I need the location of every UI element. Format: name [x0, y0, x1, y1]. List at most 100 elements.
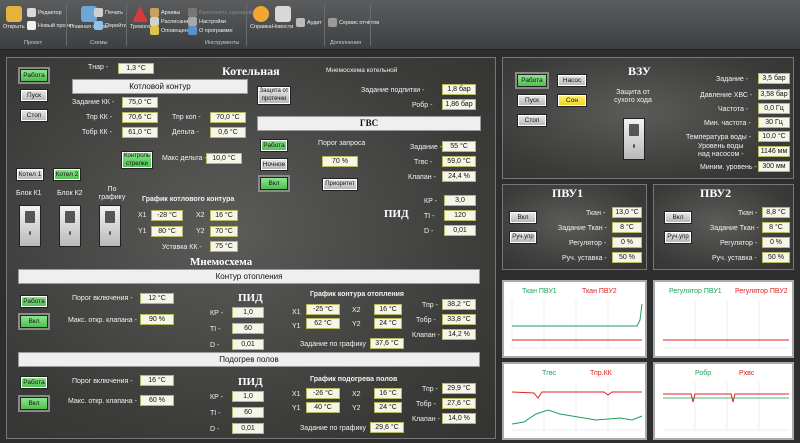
floor-d-value: 0,01: [232, 423, 264, 434]
gvs-klapan-value: 24,4 %: [442, 171, 476, 182]
settings-button[interactable]: Настройки: [188, 17, 226, 26]
boiler-work-button[interactable]: Работа: [20, 69, 48, 82]
gear-icon: [188, 17, 197, 26]
gvs-on-button[interactable]: Вкл: [260, 177, 288, 190]
pvu1-tkan-label: Ткан -: [586, 210, 606, 217]
chart-tkan: Ткан ПВУ1 Ткан ПВУ2: [502, 280, 647, 358]
heating-d-value: 0,01: [232, 339, 264, 350]
po-grafiku-switch[interactable]: [99, 205, 121, 247]
tobr-kk-value: 61,0 °C: [122, 127, 158, 138]
vzu-start-button[interactable]: Пуск: [517, 94, 547, 107]
heating-x2-value: 16 °C: [374, 304, 402, 315]
delta-value: 0,6 °C: [210, 127, 246, 138]
pvu1-manual-button[interactable]: Руч.упр: [509, 231, 537, 244]
tpr-kk-value: 70,6 °C: [122, 112, 158, 123]
run-script-button[interactable]: Выполнить сценарий: [188, 8, 253, 17]
boiler-stop-button[interactable]: Стоп: [20, 109, 48, 122]
pvu1-reg-value: 0 %: [612, 237, 642, 248]
kotel1-button[interactable]: Котел 1: [16, 168, 44, 181]
boiler-x2-value: 16 °C: [210, 210, 238, 221]
pvu2-on-button[interactable]: Вкл: [664, 211, 692, 224]
floor-maks-label: Макс. откр. клапана -: [68, 398, 137, 405]
gvs-night-button[interactable]: Ночное: [260, 158, 288, 171]
pvu2-manual-button[interactable]: Руч.упр: [664, 231, 692, 244]
pvu1-ruch-label: Руч. уставка -: [562, 255, 607, 262]
maks-delta-label: Макс дельта -: [162, 155, 207, 162]
pvu1-on-button[interactable]: Вкл: [509, 211, 537, 224]
heating-ti-label: TI -: [210, 326, 221, 333]
heating-on-button[interactable]: Вкл: [20, 315, 48, 328]
heating-work-button[interactable]: Работа: [20, 295, 48, 308]
boiler-y1-value: 80 °C: [151, 226, 183, 237]
heating-pid-title: ПИД: [238, 292, 263, 304]
blok1-label: Блок К1: [16, 190, 42, 197]
floor-x1-value: -26 °C: [306, 388, 340, 399]
vzu-chastota-value: 0,0 Гц: [758, 103, 790, 114]
floor-tobr-value: 27,6 °C: [442, 398, 476, 409]
floor-tpr-value: 29,9 °C: [442, 383, 476, 394]
blok2-switch[interactable]: [59, 205, 81, 247]
editor-button[interactable]: Редактор: [27, 8, 62, 17]
schedule-button[interactable]: Расписание: [150, 17, 191, 26]
vzu-title: ВЗУ: [628, 64, 651, 78]
vzu-min-ur-value: 300 мм: [758, 161, 790, 172]
vzu-min-ch-label: Мин. частота -: [704, 120, 751, 127]
calendar-icon: [150, 17, 159, 26]
floor-on-button[interactable]: Вкл: [20, 397, 48, 410]
vzu-sleep-button[interactable]: Сон: [557, 94, 587, 107]
separator: [246, 4, 247, 46]
project-group-label: Проект: [24, 40, 43, 46]
boiler-y1-label: Y1: [138, 228, 147, 235]
print-button[interactable]: Печать: [94, 8, 123, 17]
vzu-pump-button[interactable]: Насос: [557, 74, 587, 87]
gvs-d-value: 0,01: [444, 225, 476, 236]
boiler-start-button[interactable]: Пуск: [20, 89, 48, 102]
floor-work-button[interactable]: Работа: [20, 376, 48, 389]
kotel2-button[interactable]: Котел 2: [53, 168, 81, 181]
heating-maks-value: 90 %: [140, 314, 174, 325]
news-button[interactable]: Новости: [272, 6, 293, 30]
blok2-label: Блок К2: [57, 190, 83, 197]
floor-ti-label: TI -: [210, 410, 221, 417]
blok1-switch[interactable]: [19, 205, 41, 247]
audit-button[interactable]: Аудит: [296, 18, 322, 27]
heating-tpr-label: Тпр -: [422, 302, 438, 309]
alarms-button[interactable]: Тревоги: [130, 6, 150, 30]
bell-icon: [150, 26, 159, 35]
editor-icon: [27, 8, 36, 17]
arrow-control-button[interactable]: Контроль стрелки: [121, 151, 153, 169]
schemes-group-label: Схемы: [90, 40, 108, 46]
tnar-value: 1,3 °C: [118, 63, 154, 74]
open-button[interactable]: Открыть: [3, 6, 25, 30]
heating-ti-value: 60: [232, 323, 264, 334]
floor-x1-label: X1: [292, 391, 301, 398]
mnemo-boiler-label: Мнемосхема котельной: [326, 67, 398, 74]
pvu2-tkan-label: Ткан -: [738, 210, 758, 217]
gvs-ti-label: TI -: [424, 213, 435, 220]
vzu-stop-button[interactable]: Стоп: [517, 114, 547, 127]
floor-zad-label: Задание по графику: [300, 425, 366, 432]
separator: [370, 4, 371, 46]
heating-klapan-label: Клапан -: [412, 332, 440, 339]
pvu2-zad-value: 8 °C: [762, 222, 790, 233]
help-button[interactable]: Справка: [250, 6, 272, 30]
chart-regulator-plot: [663, 300, 789, 349]
pvu1-zad-value: 8 °C: [612, 222, 642, 233]
floor-zad-value: 29,6 °C: [370, 422, 404, 433]
pvu2-title: ПВУ2: [700, 186, 732, 200]
gvs-porog-label: Порог запроса: [318, 140, 366, 147]
heating-klapan-value: 14,2 %: [442, 329, 476, 340]
goto-button[interactable]: Перейти: [94, 21, 127, 30]
ribbon-toolbar: Открыть Редактор Новый проект Проект Гла…: [0, 0, 800, 50]
pvu2-reg-label: Регулятор -: [720, 240, 758, 247]
report-service-button[interactable]: Сервис отчётов: [328, 18, 379, 27]
heating-kp-value: 1,0: [232, 307, 264, 318]
archives-button[interactable]: Архивы: [150, 8, 180, 17]
vzu-work-button[interactable]: Работа: [517, 74, 547, 87]
leak-protection-button[interactable]: Защита от протечки: [257, 86, 291, 105]
boiler-x1-value: -28 °C: [151, 210, 183, 221]
about-button[interactable]: О программе: [188, 26, 233, 35]
gvs-work-button[interactable]: Работа: [260, 139, 288, 152]
gvs-priority-button[interactable]: Приоритет: [322, 178, 358, 191]
dry-run-switch[interactable]: [623, 118, 645, 160]
